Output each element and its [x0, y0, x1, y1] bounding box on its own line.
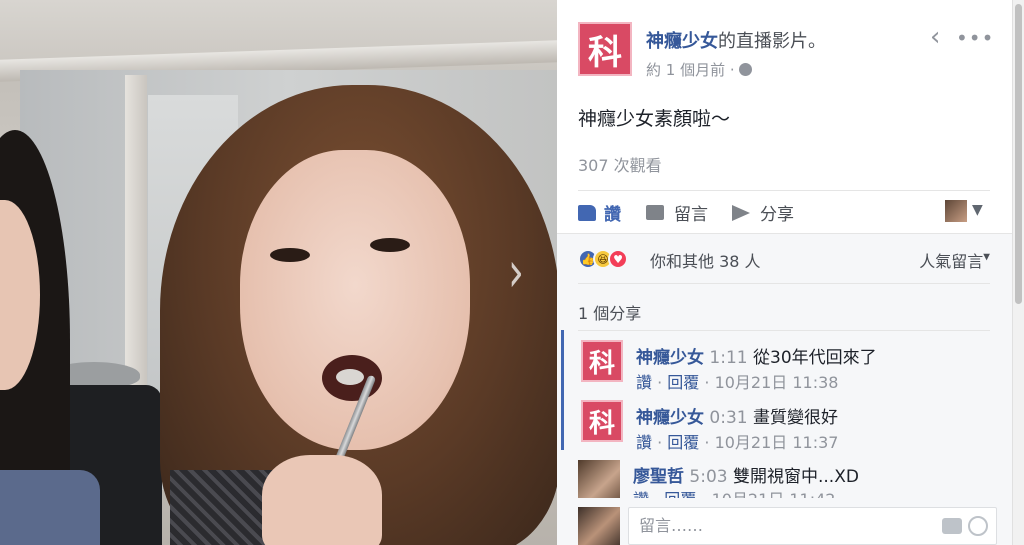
- comment-body: 廖聖哲 5:03 雙開視窗中...XD: [633, 462, 859, 487]
- live-video-player[interactable]: ›: [0, 0, 557, 545]
- post-timestamp[interactable]: 約 1 個月前 ·: [646, 59, 752, 80]
- commenter-avatar[interactable]: 科: [581, 340, 623, 382]
- comment-sort-dropdown[interactable]: 人氣留言▾: [919, 248, 990, 272]
- page-name-link[interactable]: 神癮少女: [646, 31, 718, 52]
- view-count: 307 次觀看: [578, 156, 662, 175]
- post-text: 神癮少女素顏啦～: [578, 108, 731, 130]
- comment-text: 雙開視窗中...XD: [733, 467, 859, 487]
- comment-video-time[interactable]: 5:03: [689, 467, 727, 487]
- reactions-row: 👍 😆 ♥ 你和其他 38 人 人氣留言▾: [578, 247, 990, 271]
- comment-input-box[interactable]: [628, 507, 997, 545]
- viewer-avatar[interactable]: [945, 200, 967, 222]
- video-background: [125, 75, 147, 405]
- action-bar: 讚 留言 分享 ▼: [578, 198, 990, 226]
- comment-video-time[interactable]: 1:11: [709, 348, 747, 368]
- comment-composer: [578, 505, 997, 545]
- divider: [578, 190, 990, 191]
- share-button[interactable]: 分享: [732, 200, 794, 225]
- comment-sort-label: 人氣留言: [919, 252, 984, 271]
- scrollbar[interactable]: [1012, 0, 1024, 545]
- caret-down-icon[interactable]: ▼: [972, 202, 983, 218]
- reaction-count[interactable]: 你和其他 38 人: [650, 248, 761, 272]
- emoji-icon[interactable]: [968, 516, 988, 536]
- comment-button[interactable]: 留言: [646, 200, 708, 225]
- post-title-suffix: 的直播影片。: [718, 31, 826, 52]
- camera-icon[interactable]: [942, 518, 962, 534]
- post-title: 神癮少女的直播影片。: [646, 27, 826, 53]
- comment-body: 神癮少女 0:31 畫質變很好: [636, 403, 838, 428]
- comment-like-link[interactable]: 讚: [633, 490, 649, 498]
- comment-meta: 讚 · 回覆 · 10月21日 11:42: [633, 486, 835, 498]
- comment-author[interactable]: 廖聖哲: [633, 467, 684, 487]
- comment-date[interactable]: 10月21日 11:42: [712, 490, 836, 498]
- comment-item: 科 神癮少女 0:31 畫質變很好 讚 · 回覆 · 10月21日 11:37: [561, 390, 994, 452]
- share-count[interactable]: 1 個分享: [578, 300, 641, 324]
- comment-text: 畫質變很好: [753, 408, 838, 428]
- video-person-main: [240, 150, 470, 450]
- more-dots-icon[interactable]: •••: [956, 26, 994, 50]
- video-person-main: [262, 455, 382, 545]
- scrollbar-thumb[interactable]: [1015, 4, 1022, 304]
- comment-reply-link[interactable]: 回覆: [664, 490, 696, 498]
- share-arrow-icon: [732, 204, 750, 221]
- next-arrow-icon[interactable]: ›: [508, 241, 524, 305]
- comment-body: 神癮少女 1:11 從30年代回來了: [636, 343, 877, 368]
- comment-text: 從30年代回來了: [753, 348, 877, 368]
- comment-label: 留言: [674, 205, 708, 225]
- comment-item: 廖聖哲 5:03 雙開視窗中...XD 讚 · 回覆 · 10月21日 11:4…: [561, 450, 994, 498]
- share-label: 分享: [760, 205, 794, 225]
- comment-item: 科 神癮少女 1:11 從30年代回來了 讚 · 回覆 · 10月21日 11:…: [561, 330, 994, 392]
- divider: [578, 283, 990, 284]
- post-time[interactable]: 約 1 個月前 ·: [646, 61, 735, 79]
- current-user-avatar[interactable]: [578, 507, 620, 545]
- comment-icon: [646, 205, 664, 220]
- commenter-avatar[interactable]: [578, 460, 620, 498]
- chevron-left-icon[interactable]: ‹: [930, 22, 940, 52]
- video-person-main: [270, 248, 310, 262]
- love-icon[interactable]: ♥: [608, 249, 628, 269]
- video-person-main: [370, 238, 410, 252]
- video-person-left: [0, 470, 100, 545]
- comment-input[interactable]: [629, 508, 929, 542]
- like-label: 讚: [604, 205, 621, 225]
- comment-video-time[interactable]: 0:31: [709, 408, 747, 428]
- comment-author[interactable]: 神癮少女: [636, 408, 704, 428]
- post-sidebar: 科 神癮少女的直播影片。 約 1 個月前 · ‹ ••• 神癮少女素顏啦～ 30…: [557, 0, 1012, 545]
- globe-icon: [738, 63, 752, 76]
- commenter-avatar[interactable]: 科: [581, 400, 623, 442]
- comment-author[interactable]: 神癮少女: [636, 348, 704, 368]
- page-avatar[interactable]: 科: [578, 22, 632, 76]
- caret-down-icon: ▾: [983, 249, 990, 265]
- post-header: 科 神癮少女的直播影片。 約 1 個月前 · ‹ •••: [578, 22, 998, 82]
- like-button[interactable]: 讚: [578, 200, 621, 225]
- thumbs-up-icon: [578, 204, 596, 221]
